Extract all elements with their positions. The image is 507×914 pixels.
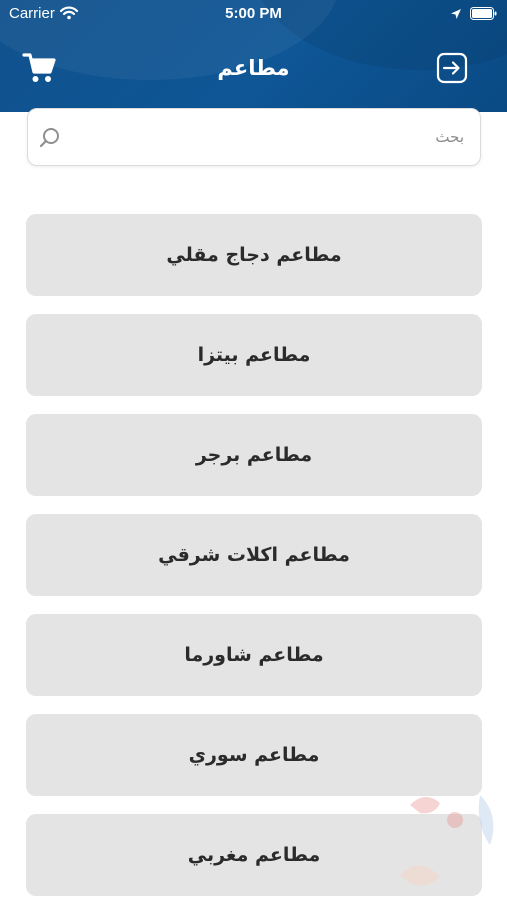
battery-icon — [470, 7, 498, 24]
search-icon[interactable] — [38, 126, 62, 154]
logout-icon[interactable] — [436, 52, 468, 88]
status-bar: Carrier 5:00 PM — [0, 0, 507, 28]
category-shawarma[interactable]: مطاعم شاورما — [26, 614, 482, 696]
clock: 5:00 PM — [225, 5, 282, 22]
category-fried-chicken[interactable]: مطاعم دجاج مقلي — [26, 214, 482, 296]
category-moroccan[interactable]: مطاعم مغربي — [26, 814, 482, 896]
category-oriental-food[interactable]: مطاعم اكلات شرقي — [26, 514, 482, 596]
search-bar[interactable] — [27, 108, 481, 166]
category-burger[interactable]: مطاعم برجر — [26, 414, 482, 496]
category-list: مطاعم دجاج مقلي مطاعم بيتزا مطاعم برجر م… — [26, 214, 482, 914]
category-syrian[interactable]: مطاعم سوري — [26, 714, 482, 796]
app-header: Carrier 5:00 PM مطاعم — [0, 0, 507, 112]
page-title: مطاعم — [217, 56, 290, 80]
search-input[interactable] — [84, 109, 464, 165]
category-pizza[interactable]: مطاعم بيتزا — [26, 314, 482, 396]
location-arrow-icon — [450, 7, 462, 24]
